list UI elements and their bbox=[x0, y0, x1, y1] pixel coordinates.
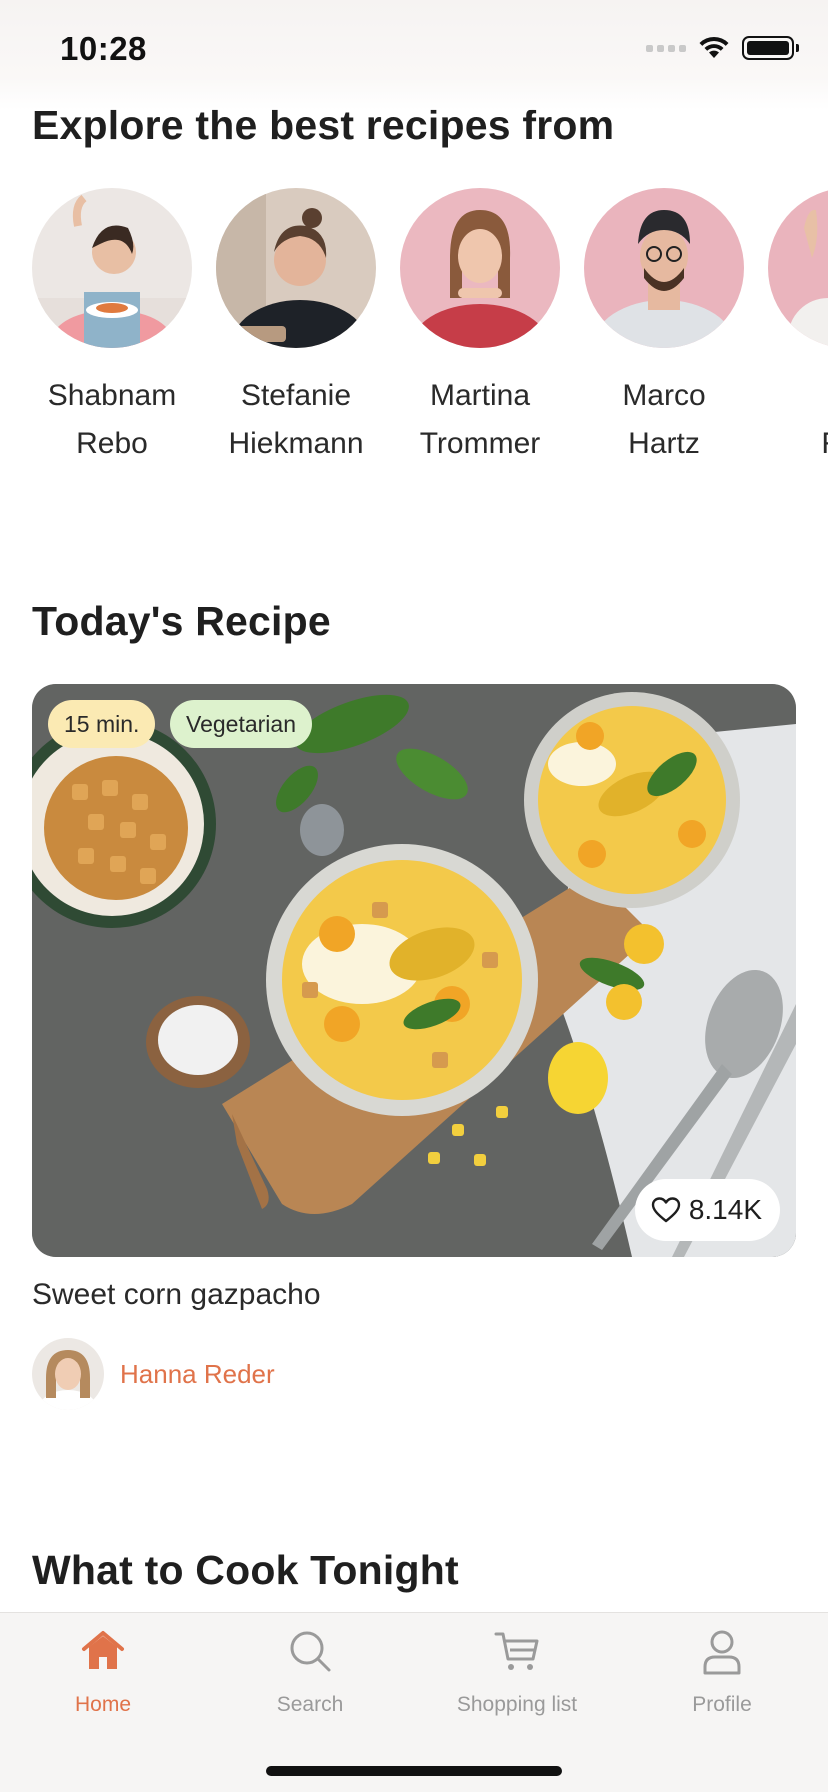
creator-card[interactable]: Shabnam Rebo bbox=[32, 188, 192, 468]
tab-label: Profile bbox=[692, 1693, 752, 1716]
tab-label: Search bbox=[276, 1693, 344, 1716]
tab-bar: Home Search Shopping list Profile bbox=[0, 1612, 828, 1792]
creator-name: Ca Roit bbox=[748, 372, 828, 468]
cart-icon bbox=[494, 1632, 539, 1670]
heart-icon bbox=[651, 1197, 681, 1223]
tab-label: Home bbox=[74, 1693, 132, 1716]
tab-profile[interactable]: Profile bbox=[632, 1613, 812, 1733]
tab-search[interactable]: Search bbox=[220, 1613, 400, 1733]
creator-name: Martina Trommer bbox=[419, 379, 541, 460]
creator-avatar bbox=[216, 188, 376, 348]
tonight-title: What to Cook Tonight bbox=[32, 1547, 459, 1593]
battery-icon bbox=[742, 36, 799, 60]
like-count: 8.14K bbox=[688, 1194, 762, 1225]
status-icons bbox=[646, 36, 799, 60]
tab-home[interactable]: Home bbox=[13, 1613, 193, 1733]
author-avatar bbox=[32, 1338, 104, 1410]
cellular-signal-icon bbox=[646, 44, 686, 52]
home-icon bbox=[82, 1631, 124, 1669]
creator-name: Marco Hartz bbox=[622, 379, 706, 460]
creator-avatar bbox=[32, 188, 192, 348]
creators-carousel[interactable]: Shabnam Rebo Stefanie Hiekmann Martina T… bbox=[32, 188, 828, 468]
home-indicator[interactable] bbox=[266, 1766, 562, 1776]
creator-avatar bbox=[400, 188, 560, 348]
search-icon bbox=[290, 1631, 331, 1672]
recipe-photo bbox=[32, 684, 796, 1257]
cook-time-badge: 15 min. bbox=[48, 700, 156, 748]
creator-avatar bbox=[768, 188, 828, 348]
creator-card[interactable]: Marco Hartz bbox=[584, 188, 744, 468]
diet-badge: Vegetarian bbox=[170, 700, 312, 748]
creator-card[interactable]: Martina Trommer bbox=[400, 188, 560, 468]
tab-shopping-list[interactable]: Shopping list bbox=[427, 1613, 607, 1733]
tab-label: Shopping list bbox=[456, 1693, 578, 1716]
todays-recipe-title: Today's Recipe bbox=[32, 598, 331, 644]
wifi-icon bbox=[699, 36, 729, 58]
like-button[interactable]: 8.14K bbox=[634, 1179, 780, 1241]
recipe-name[interactable]: Sweet corn gazpacho bbox=[32, 1278, 321, 1312]
person-icon bbox=[703, 1630, 741, 1675]
creator-avatar bbox=[584, 188, 744, 348]
creator-card[interactable]: Ca Roit bbox=[768, 188, 828, 468]
creator-card[interactable]: Stefanie Hiekmann bbox=[216, 188, 376, 468]
recipe-card[interactable]: 15 min. Vegetarian 8.14K bbox=[32, 684, 796, 1257]
status-bar: 10:28 bbox=[0, 0, 828, 110]
creator-name: Stefanie Hiekmann bbox=[228, 379, 364, 460]
author-name: Hanna Reder bbox=[120, 1358, 275, 1389]
creator-name: Shabnam Rebo bbox=[47, 379, 177, 460]
recipe-author[interactable]: Hanna Reder bbox=[32, 1338, 275, 1410]
status-time: 10:28 bbox=[60, 30, 147, 67]
